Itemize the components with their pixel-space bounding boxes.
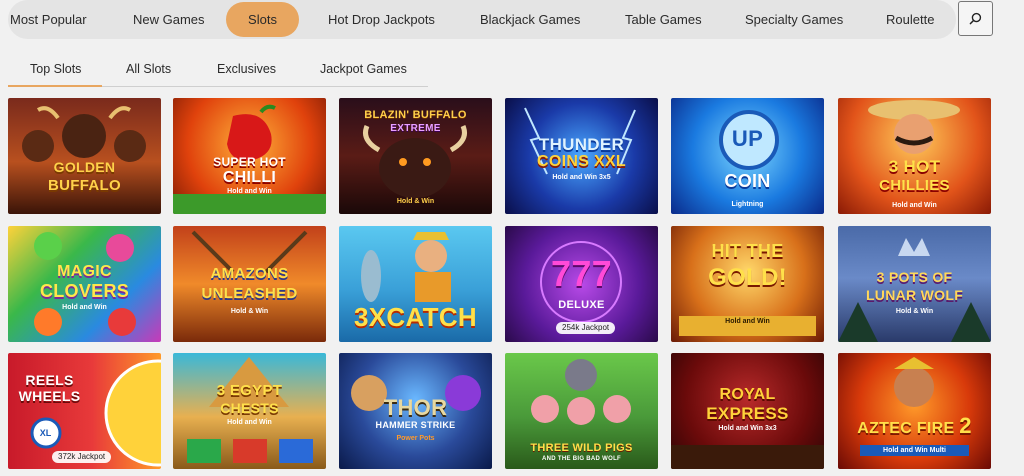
nav-hot-drop-jackpots[interactable]: Hot Drop Jackpots xyxy=(328,0,435,39)
game-title: Express xyxy=(706,404,789,423)
game-title: and the Big Bad Wolf xyxy=(542,456,621,462)
game-tile[interactable]: Aztec Fire 2 Hold and Win Multi xyxy=(838,353,991,469)
game-title: Unleashed xyxy=(201,285,298,302)
game-tile[interactable]: 3 Egypt Chests Hold and Win xyxy=(173,353,326,469)
game-title: Buffalo xyxy=(48,177,121,194)
game-art xyxy=(868,100,960,154)
game-subtitle: Hold and Win 3x3 xyxy=(718,425,777,432)
game-art xyxy=(719,110,779,170)
game-subtitle: XL xyxy=(39,428,52,438)
game-title: Thunder xyxy=(538,135,625,154)
game-title: Hit the xyxy=(711,241,784,261)
game-title: Clovers xyxy=(39,281,130,301)
game-subtitle: Hold and Win xyxy=(227,419,272,426)
slots-subnav: Top Slots All Slots Exclusives Jackpot G… xyxy=(8,50,428,87)
game-tile[interactable]: 3 Pots of Lunar Wolf Hold & Win xyxy=(838,226,991,342)
tab-exclusives[interactable]: Exclusives xyxy=(217,50,276,85)
game-title: Coin xyxy=(724,171,771,191)
game-tile[interactable]: 3xCatch xyxy=(339,226,492,342)
game-title: Chests xyxy=(220,400,279,416)
game-title: 3xCatch xyxy=(339,304,492,330)
game-title: Hammer Strike xyxy=(375,420,456,430)
game-title: Deluxe xyxy=(558,299,605,311)
game-tile[interactable]: 777 Deluxe 254k Jackpot xyxy=(505,226,658,342)
game-title: Coins XXL xyxy=(537,153,626,170)
tab-all-slots[interactable]: All Slots xyxy=(126,50,171,85)
game-tile[interactable]: Thor Hammer Strike Power Pots xyxy=(339,353,492,469)
game-subtitle: Hold and Win xyxy=(227,188,272,195)
game-subtitle: Hold and Win 3x5 xyxy=(552,174,611,181)
game-title: Super Hot xyxy=(213,155,286,169)
game-title-part: 2 xyxy=(959,413,972,438)
game-title: Amazons xyxy=(210,265,289,282)
game-title: Magic xyxy=(57,263,112,280)
game-title: Extreme xyxy=(390,123,441,134)
game-title: Golden xyxy=(53,159,116,175)
nav-roulette[interactable]: Roulette xyxy=(886,0,934,39)
game-tile[interactable]: Magic Clovers Hold and Win xyxy=(8,226,161,342)
game-grid: Golden Buffalo Super Hot Chilli Hold and… xyxy=(8,98,998,473)
game-tile[interactable]: Royal Express Hold and Win 3x3 xyxy=(671,353,824,469)
nav-new-games[interactable]: New Games xyxy=(133,0,205,39)
game-subtitle: Hold and Win xyxy=(892,202,937,209)
nav-slots[interactable]: Slots xyxy=(226,2,299,37)
game-tile[interactable]: Golden Buffalo xyxy=(8,98,161,214)
game-title: Gold! xyxy=(708,264,787,291)
nav-specialty-games[interactable]: Specialty Games xyxy=(745,0,843,39)
search-button[interactable] xyxy=(958,1,993,36)
game-title: Chilli xyxy=(222,169,277,186)
game-tile[interactable]: 3 Hot Chillies Hold and Win xyxy=(838,98,991,214)
game-title: Reels xyxy=(25,372,74,388)
game-title: 3 Egypt xyxy=(216,382,283,399)
game-tile[interactable]: Up Coin Lightning xyxy=(671,98,824,214)
game-title: 777 xyxy=(551,253,612,294)
game-subtitle: Hold & Win xyxy=(396,198,435,205)
game-subtitle: Power Pots xyxy=(396,435,435,442)
game-tile[interactable]: Hit the Gold! Hold and Win xyxy=(671,226,824,342)
game-subtitle: Hold and Win Multi xyxy=(860,445,969,456)
game-title: 3 Pots of xyxy=(876,269,953,285)
game-title: Three Wild Pigs xyxy=(530,442,633,454)
game-title: Royal xyxy=(719,386,776,403)
game-subtitle: Lightning xyxy=(731,201,764,208)
game-subtitle: Hold and Win xyxy=(725,318,770,325)
game-title: Blazin' Buffalo xyxy=(364,109,467,121)
tab-jackpot-games[interactable]: Jackpot Games xyxy=(320,50,407,85)
game-title-part: Catch xyxy=(386,302,477,332)
game-title: Wheels xyxy=(18,388,81,404)
nav-blackjack-games[interactable]: Blackjack Games xyxy=(480,0,580,39)
game-title: Up xyxy=(731,126,764,151)
game-title: Aztec Fire 2 xyxy=(838,415,991,437)
game-tile[interactable]: Reels Wheels XL 372k Jackpot xyxy=(8,353,161,469)
game-tile[interactable]: Blazin' Buffalo Extreme Hold & Win xyxy=(339,98,492,214)
game-title-part: 3x xyxy=(354,302,387,332)
game-tile[interactable]: Thunder Coins XXL Hold and Win 3x5 xyxy=(505,98,658,214)
search-icon xyxy=(969,12,982,25)
jackpot-badge: 372k Jackpot xyxy=(52,451,112,463)
jackpot-badge: 254k Jackpot xyxy=(556,322,616,334)
game-subtitle: Hold & Win xyxy=(230,308,269,315)
nav-most-popular[interactable]: Most Popular xyxy=(10,0,87,39)
game-tile[interactable]: Three Wild Pigs and the Big Bad Wolf xyxy=(505,353,658,469)
game-tile[interactable]: Super Hot Chilli Hold and Win xyxy=(173,98,326,214)
game-title: Lunar Wolf xyxy=(865,287,964,303)
game-title: Chillies xyxy=(879,177,950,194)
game-subtitle: Hold and Win xyxy=(62,304,107,311)
game-title-part: Aztec Fire xyxy=(857,420,955,437)
nav-table-games[interactable]: Table Games xyxy=(625,0,702,39)
game-tile[interactable]: Amazons Unleashed Hold & Win xyxy=(173,226,326,342)
game-art xyxy=(191,230,308,274)
game-title: Thor xyxy=(383,395,448,420)
game-subtitle: Hold & Win xyxy=(895,308,934,315)
active-tab-indicator xyxy=(8,85,102,87)
game-title: 3 Hot xyxy=(888,157,941,176)
category-nav: Most Popular New Games Slots Hot Drop Ja… xyxy=(8,0,956,39)
tab-top-slots[interactable]: Top Slots xyxy=(30,50,81,85)
game-art xyxy=(22,106,146,162)
